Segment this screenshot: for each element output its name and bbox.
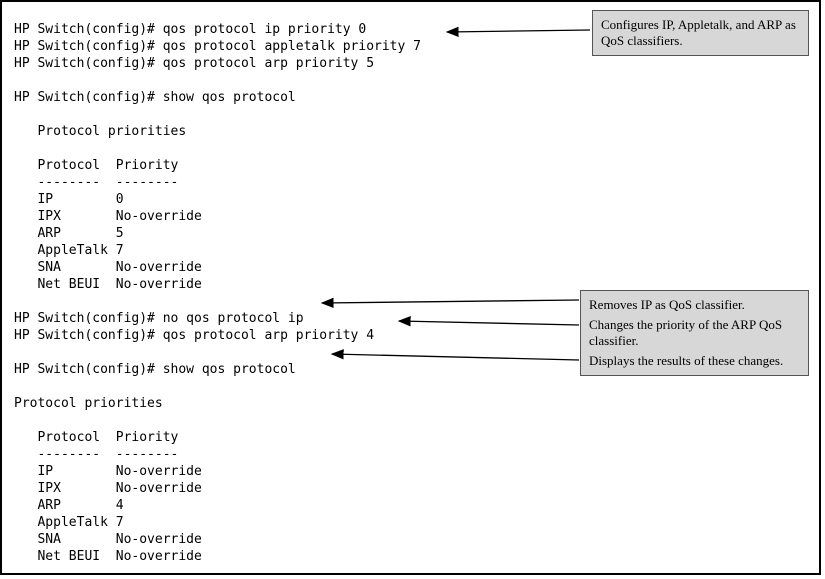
callout-bottom: Removes IP as QoS classifier. Changes th… — [580, 290, 809, 376]
callout-bottom-line2: Changes the priority of the ARP QoS clas… — [589, 317, 800, 349]
callout-bottom-line3: Displays the results of these changes. — [589, 353, 800, 369]
callout-bottom-line1: Removes IP as QoS classifier. — [589, 297, 800, 313]
callout-top: Configures IP, Appletalk, and ARP as QoS… — [592, 10, 809, 56]
diagram-frame: HP Switch(config)# qos protocol ip prior… — [0, 0, 821, 575]
callout-top-text: Configures IP, Appletalk, and ARP as QoS… — [601, 17, 796, 48]
terminal-output: HP Switch(config)# qos protocol ip prior… — [14, 21, 421, 565]
